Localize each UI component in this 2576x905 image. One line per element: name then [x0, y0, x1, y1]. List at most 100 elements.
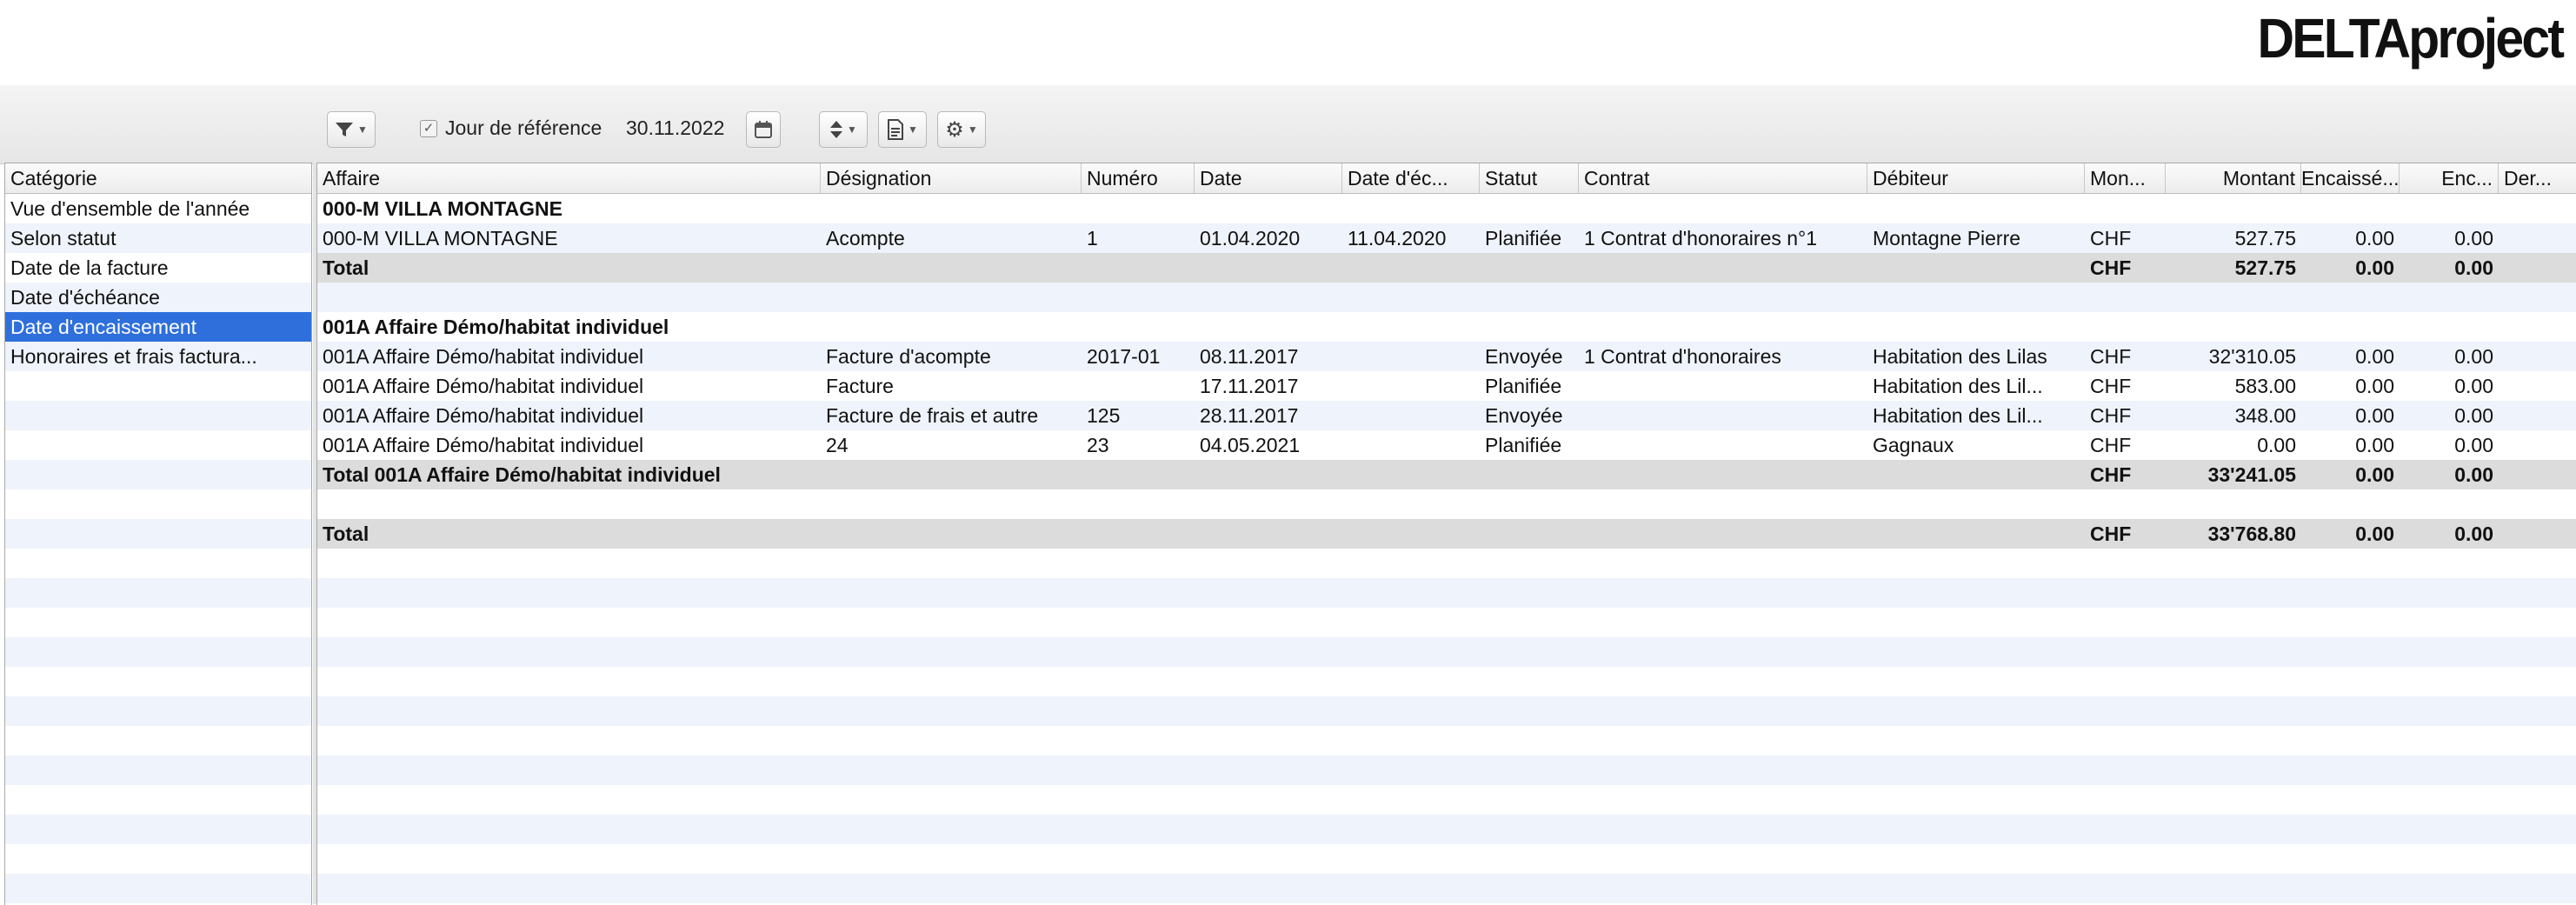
- table-cell: 001A Affaire Démo/habitat individuel: [323, 345, 644, 368]
- table-row-data[interactable]: 001A Affaire Démo/habitat individuel 24 23…: [317, 430, 2576, 460]
- category-panel: Catégorie Vue d'ensemble de l'année Selon…: [4, 163, 312, 905]
- table-row-total[interactable]: Total CHF 527.75 0.00 0.00: [317, 253, 2576, 283]
- sort-button[interactable]: ▼: [819, 111, 868, 148]
- empty-row: [5, 578, 311, 608]
- table-cell: 0.00: [2454, 404, 2493, 427]
- table-cell: Habitation des Lil...: [1873, 404, 2043, 427]
- table-row-group[interactable]: 001A Affaire Démo/habitat individuel: [317, 312, 2576, 342]
- sidebar-item[interactable]: Date de la facture: [5, 253, 311, 283]
- empty-row: [5, 815, 311, 844]
- table-cell: 001A Affaire Démo/habitat individuel: [323, 434, 644, 456]
- table-cell: 001A Affaire Démo/habitat individuel: [323, 316, 669, 338]
- table-cell: 0.00: [2355, 434, 2394, 456]
- empty-row: [5, 608, 311, 637]
- column-header[interactable]: Désignation: [821, 163, 1082, 193]
- table-cell: 001A Affaire Démo/habitat individuel: [323, 375, 644, 397]
- empty-row: [317, 637, 2576, 667]
- table-cell: 348.00: [2234, 404, 2296, 427]
- table-row-data[interactable]: 001A Affaire Démo/habitat individuel Fact…: [317, 342, 2576, 371]
- table-cell: Facture: [826, 375, 894, 397]
- empty-row: [5, 371, 311, 401]
- table-cell: Acompte: [826, 227, 905, 250]
- table-cell: CHF: [2090, 522, 2132, 545]
- table-cell: 001A Affaire Démo/habitat individuel: [323, 404, 644, 427]
- toolbar: [0, 85, 2576, 164]
- empty-row: [317, 608, 2576, 637]
- calendar-button[interactable]: [746, 111, 781, 148]
- settings-button[interactable]: ⚙ ▼: [937, 111, 986, 148]
- column-header[interactable]: Date d'éc...: [1342, 163, 1480, 193]
- column-header[interactable]: Statut: [1480, 163, 1579, 193]
- sidebar-item[interactable]: Selon statut: [5, 223, 311, 253]
- table-cell: Facture d'acompte: [826, 345, 991, 368]
- column-header[interactable]: Encaissé...: [2301, 163, 2400, 193]
- table-cell: 0.00: [2355, 404, 2394, 427]
- empty-row: [5, 755, 311, 785]
- column-header[interactable]: Mon...: [2085, 163, 2166, 193]
- filter-button[interactable]: ▼: [327, 111, 376, 148]
- category-column-header[interactable]: Catégorie: [5, 163, 311, 193]
- chevron-down-icon: ▼: [357, 123, 368, 136]
- column-header[interactable]: Montant: [2166, 163, 2301, 193]
- table-cell: CHF: [2090, 434, 2132, 456]
- table-cell: 33'768.80: [2207, 522, 2296, 545]
- table-cell: 000-M VILLA MONTAGNE: [323, 227, 558, 250]
- table-row-total[interactable]: Total CHF 33'768.80 0.00 0.00: [317, 519, 2576, 549]
- empty-row: [5, 460, 311, 489]
- sidebar-item[interactable]: Date d'encaissement: [5, 312, 311, 342]
- table-cell: 24: [826, 434, 849, 456]
- table-cell: 33'241.05: [2207, 463, 2296, 486]
- table-cell: CHF: [2090, 404, 2132, 427]
- table-cell: 0.00: [2355, 375, 2394, 397]
- empty-row: [5, 519, 311, 549]
- empty-row: [5, 430, 311, 460]
- table-row-group[interactable]: 000-M VILLA MONTAGNE: [317, 194, 2576, 223]
- column-header[interactable]: Enc...: [2400, 163, 2499, 193]
- empty-row: [317, 874, 2576, 903]
- sidebar-item[interactable]: Vue d'ensemble de l'année: [5, 194, 311, 223]
- table-cell: Planifiée: [1485, 375, 1562, 397]
- column-header[interactable]: Der...: [2499, 163, 2576, 193]
- table-cell: 04.05.2021: [1200, 434, 1301, 456]
- table-row-total[interactable]: Total 001A Affaire Démo/habitat individu…: [317, 460, 2576, 489]
- empty-row: [317, 696, 2576, 726]
- table-cell: CHF: [2090, 345, 2132, 368]
- table-cell: CHF: [2090, 463, 2132, 486]
- export-button[interactable]: ▼: [878, 111, 927, 148]
- table-cell: 0.00: [2454, 463, 2493, 486]
- column-header[interactable]: Contrat: [1579, 163, 1867, 193]
- table-cell: 0.00: [2355, 227, 2394, 250]
- table-cell: Habitation des Lilas: [1873, 345, 2047, 368]
- table-cell: 527.75: [2234, 227, 2296, 250]
- column-header[interactable]: Débiteur: [1867, 163, 2085, 193]
- table-cell: 32'310.05: [2208, 345, 2296, 368]
- empty-row: [317, 578, 2576, 608]
- table-cell: 0.00: [2454, 375, 2493, 397]
- table-row-data[interactable]: 000-M VILLA MONTAGNE Acompte 1 01.04.2020 11…: [317, 223, 2576, 253]
- deltaproject-logo: DELTAproject: [2257, 7, 2564, 70]
- empty-row: [5, 489, 311, 519]
- column-header[interactable]: Date: [1195, 163, 1342, 193]
- table-cell: 1: [1087, 227, 1098, 250]
- empty-row: [317, 726, 2576, 755]
- category-header[interactable]: Catégorie: [5, 163, 311, 194]
- reference-day-checkbox[interactable]: ✓: [420, 120, 437, 137]
- table-row-data[interactable]: 001A Affaire Démo/habitat individuel Fact…: [317, 371, 2576, 401]
- sidebar-item[interactable]: Date d'échéance: [5, 283, 311, 312]
- empty-row: [317, 755, 2576, 785]
- category-list: Vue d'ensemble de l'année Selon statut Dat…: [5, 194, 311, 903]
- empty-row: [317, 785, 2576, 815]
- chevron-down-icon: ▼: [847, 123, 857, 136]
- filter-icon: [336, 123, 354, 136]
- table-row-data[interactable]: 001A Affaire Démo/habitat individuel Fact…: [317, 401, 2576, 430]
- column-header[interactable]: Numéro: [1082, 163, 1195, 193]
- table-cell: Montagne Pierre: [1873, 227, 2021, 250]
- reference-date-value[interactable]: 30.11.2022: [626, 116, 724, 140]
- column-header[interactable]: Affaire: [317, 163, 821, 193]
- sidebar-item[interactable]: Honoraires et frais factura...: [5, 342, 311, 371]
- table-cell: 17.11.2017: [1200, 375, 1299, 397]
- table-cell: 11.04.2020: [1348, 227, 1447, 250]
- empty-row: [5, 637, 311, 667]
- table-cell: 0.00: [2454, 522, 2493, 545]
- table-cell: 01.04.2020: [1200, 227, 1301, 250]
